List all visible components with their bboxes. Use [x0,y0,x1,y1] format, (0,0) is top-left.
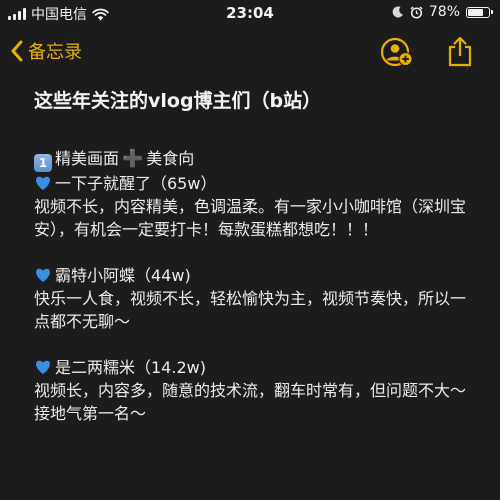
entry-name-line: 霸特小阿蝶（44w) [34,264,474,287]
entry-name: 是二两糯米（14.2w) [55,358,206,377]
status-right: 78% [392,4,493,20]
notes-app-screen: 中国电信 23:04 78% 备忘录 这些年关注的vlog博主们（b站） 1 精… [0,0,500,500]
note-body[interactable]: 这些年关注的vlog博主们（b站） 1 精美画面 ➕ 美食向 一下子就醒了（65w） … [34,88,474,425]
entry-description: 快乐一人食，视频不长，轻松愉快为主，视频节奏快，所以一点都不无聊～ [34,289,467,331]
battery-icon [466,6,493,18]
alarm-icon [410,5,423,19]
note-title: 这些年关注的vlog博主们（b站） [34,90,322,112]
blue-heart-icon [36,176,50,190]
nav-bar: 备忘录 [0,30,500,74]
status-bar: 中国电信 23:04 78% [0,0,500,26]
keycap-one-icon: 1 [34,154,52,172]
category-line: 1 精美画面 ➕ 美食向 [34,147,474,172]
back-button[interactable]: 备忘录 [10,38,82,64]
category-text-2: 美食向 [146,149,195,168]
battery-percent: 78% [428,4,460,20]
share-button[interactable] [446,36,474,72]
entry-description: 视频不长，内容精美，色调温柔。有一家小小咖啡馆（深圳宝安），有机会一定要打卡！每… [34,197,467,239]
add-collaborator-button[interactable] [380,36,414,72]
blue-heart-icon [36,268,50,282]
entry-name-line: 一下子就醒了（65w） [34,172,474,195]
battery-level-fill [468,8,484,16]
entry-name-line: 是二两糯米（14.2w) [34,356,474,379]
entry-description: 视频长，内容多，随意的技术流，翻车时常有，但问题不大～接地气第一名～ [34,381,467,423]
back-label: 备忘录 [28,42,82,63]
share-icon [448,36,472,67]
chevron-left-icon [11,40,23,62]
entry-name: 霸特小阿蝶（44w) [55,266,191,285]
blue-heart-icon [36,360,50,374]
add-person-icon [380,37,413,67]
entry-name: 一下子就醒了（65w） [55,174,217,193]
plus-icon: ➕ [122,149,144,169]
category-text-1: 精美画面 [55,149,120,168]
moon-icon [392,6,403,18]
